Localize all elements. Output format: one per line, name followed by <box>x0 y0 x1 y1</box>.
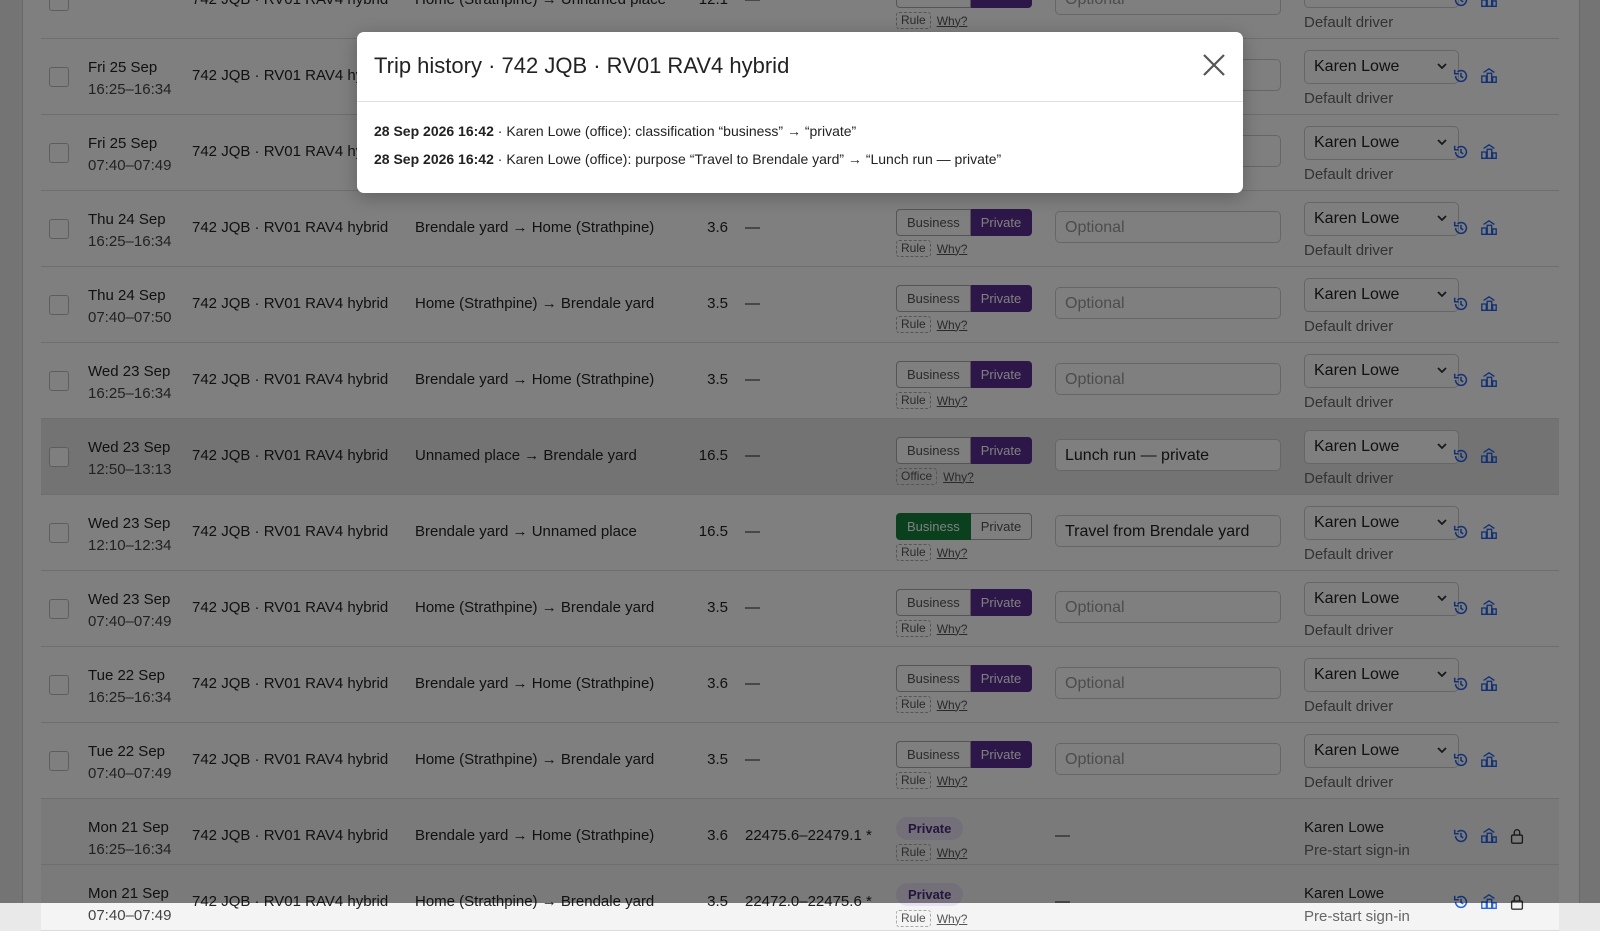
trip-history-modal: Trip history · 742 JQB · RV01 RAV4 hybri… <box>357 32 1243 193</box>
modal-body: 28 Sep 2026 16:42 · Karen Lowe (office):… <box>357 102 1243 169</box>
classification-source-tag: Rule <box>896 910 931 927</box>
modal-header: Trip history · 742 JQB · RV01 RAV4 hybri… <box>357 32 1243 102</box>
history-entry: 28 Sep 2026 16:42 · Karen Lowe (office):… <box>374 121 1226 141</box>
history-entry-text: · Karen Lowe (office): purpose “Travel t… <box>493 151 1002 167</box>
history-entry-time: 28 Sep 2026 16:42 <box>374 151 494 167</box>
trip-time: 07:40–07:49 <box>88 907 172 924</box>
history-entry-time: 28 Sep 2026 16:42 <box>374 123 494 139</box>
why-link[interactable]: Why? <box>937 912 968 926</box>
history-entry: 28 Sep 2026 16:42 · Karen Lowe (office):… <box>374 149 1226 169</box>
history-entry-text: · Karen Lowe (office): classification “b… <box>493 123 857 139</box>
close-icon[interactable] <box>1201 52 1227 78</box>
driver-source: Pre-start sign-in <box>1304 908 1410 925</box>
modal-title: Trip history · 742 JQB · RV01 RAV4 hybri… <box>374 53 790 78</box>
